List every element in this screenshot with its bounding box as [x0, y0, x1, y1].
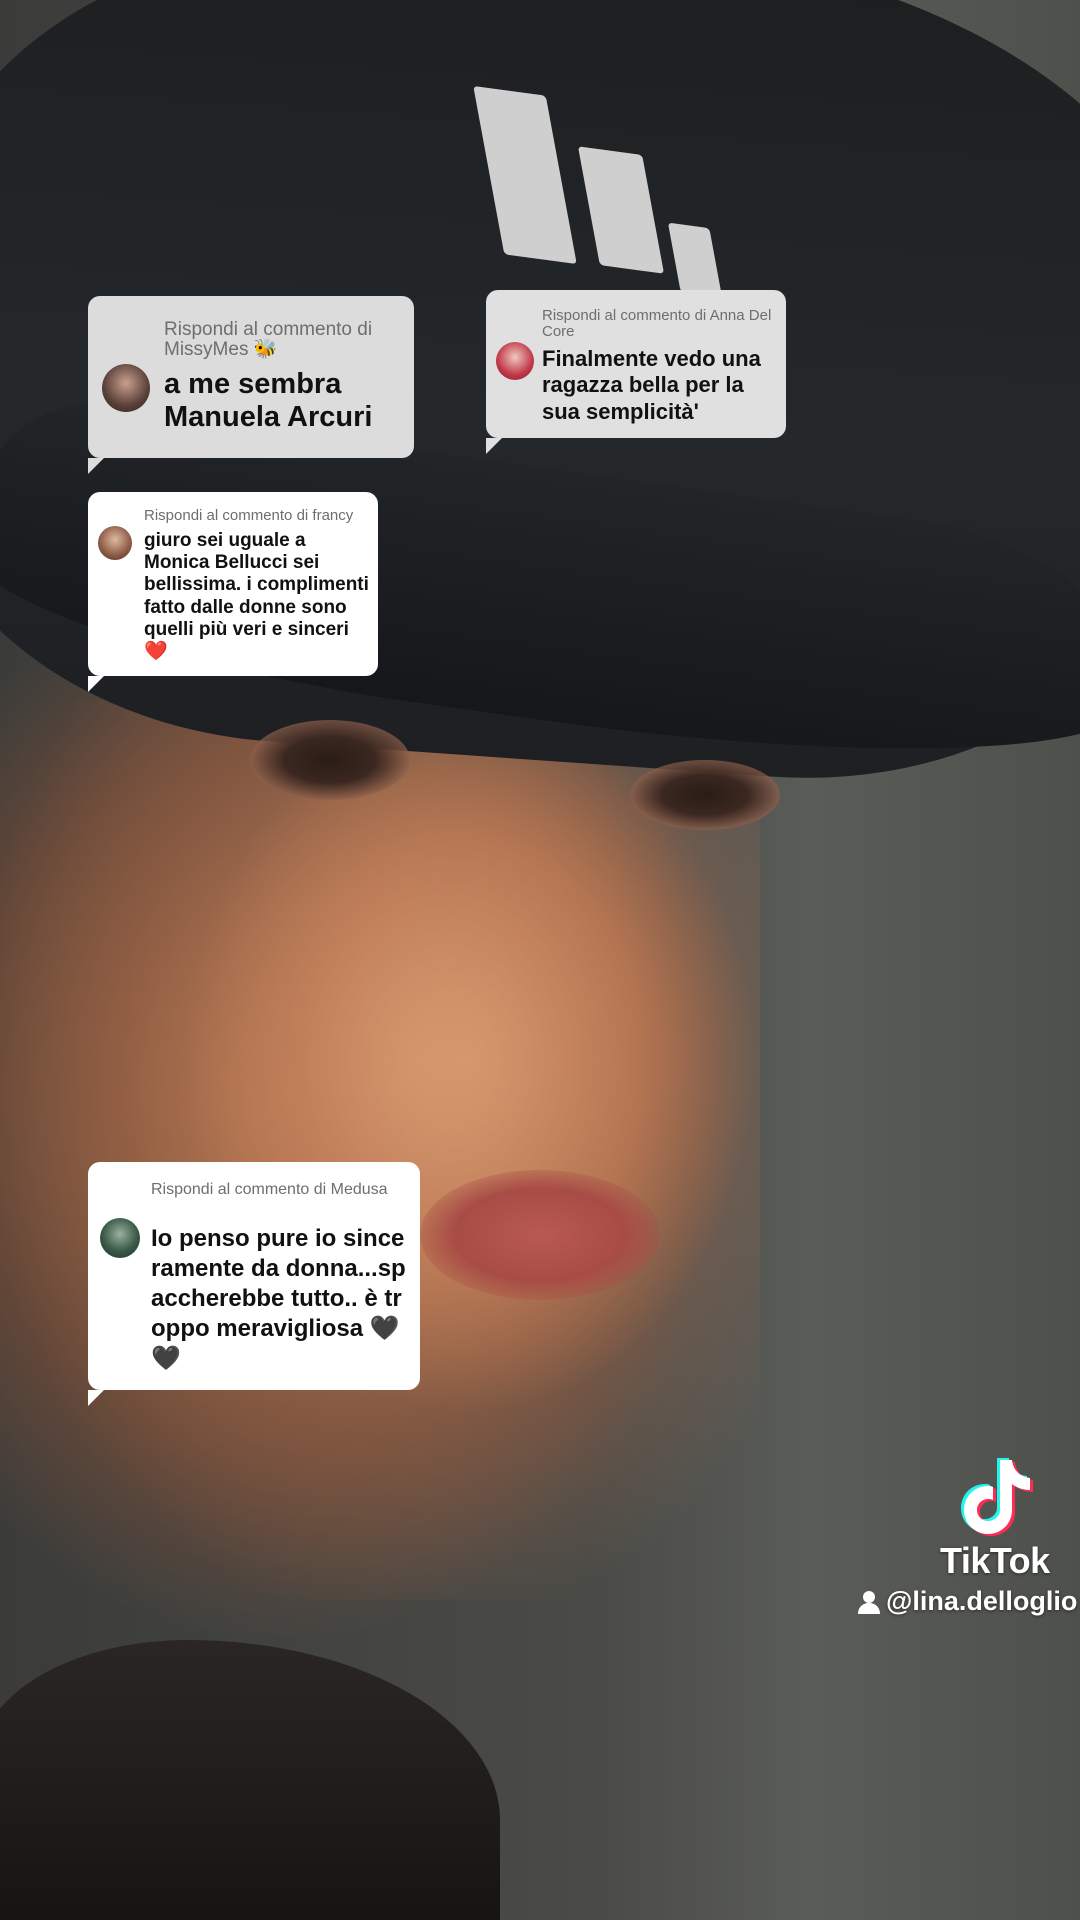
- comment-text: a me sembra Manuela Arcuri: [164, 368, 373, 434]
- comment-bubble[interactable]: Rispondi al commento di francy giuro sei…: [88, 492, 378, 692]
- video-frame: Rispondi al commento di MissyMes 🐝 a me …: [0, 0, 1080, 1920]
- left-eye: [250, 720, 410, 800]
- avatar: [102, 364, 150, 412]
- dark-top: [0, 1640, 500, 1920]
- creator-handle: @lina.delloglio: [858, 1586, 1077, 1617]
- avatar: [496, 342, 534, 380]
- tiktok-brand: TikTok: [940, 1540, 1050, 1581]
- face-area: [0, 700, 760, 1600]
- comment-text: Finalmente vedo una ragazza bella per la…: [542, 346, 761, 424]
- comment-bubble[interactable]: Rispondi al commento di Medusa Io penso …: [88, 1162, 420, 1406]
- person-icon: [858, 1590, 880, 1614]
- handle-text: @lina.delloglio: [886, 1586, 1078, 1616]
- reply-label: Rispondi al commento di francy: [144, 507, 354, 524]
- comment-text: Io penso pure io sinceramente da donna..…: [151, 1225, 406, 1372]
- avatar: [98, 526, 132, 560]
- lips: [420, 1170, 660, 1300]
- tiktok-logo-icon: [961, 1458, 1033, 1536]
- comment-bubble[interactable]: Rispondi al commento di MissyMes 🐝 a me …: [88, 296, 414, 474]
- comment-bubble[interactable]: Rispondi al commento di Anna Del Core Fi…: [486, 290, 786, 454]
- comment-text: giuro sei uguale a Monica Bellucci sei b…: [144, 530, 369, 663]
- reply-label: Rispondi al commento di Medusa: [151, 1181, 388, 1198]
- reply-label: Rispondi al commento di Anna Del Core: [542, 307, 772, 340]
- avatar: [100, 1218, 140, 1258]
- reply-label: Rispondi al commento di MissyMes 🐝: [164, 319, 373, 360]
- right-eye: [630, 760, 780, 830]
